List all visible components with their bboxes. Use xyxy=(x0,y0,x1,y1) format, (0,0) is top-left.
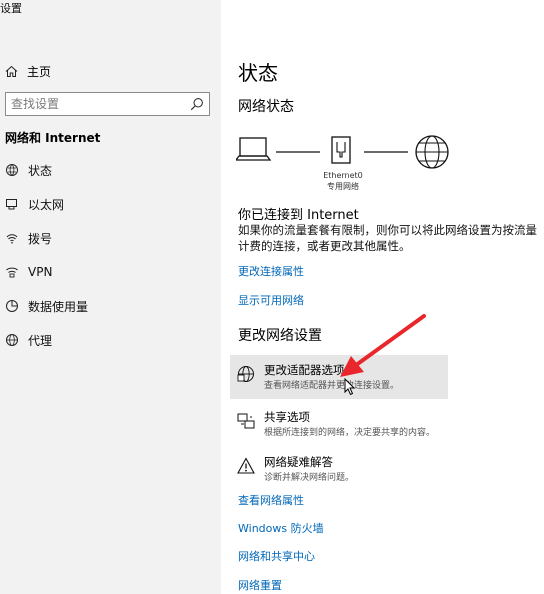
sidebar-item-label: 代理 xyxy=(28,333,53,348)
sidebar-item-label: VPN xyxy=(28,265,53,279)
connected-title: 你已连接到 Internet xyxy=(238,208,359,223)
sidebar-section-title: 网络和 Internet xyxy=(5,131,101,145)
option-sharing[interactable]: 共享选项 根据所连接到的网络，决定要共享的内容。 xyxy=(230,402,448,446)
connected-description: 如果你的流量套餐有限制，则你可以将此网络设置为按流量计费的连接，或者更改其他属性… xyxy=(238,223,537,253)
sidebar-item-proxy[interactable]: 代理 xyxy=(5,330,52,350)
data-usage-icon xyxy=(5,299,19,313)
option-subtitle: 根据所连接到的网络，决定要共享的内容。 xyxy=(264,428,436,438)
proxy-icon xyxy=(5,333,19,347)
network-reset-link[interactable]: 网络重置 xyxy=(238,577,282,593)
sharing-icon xyxy=(237,413,255,429)
option-title: 共享选项 xyxy=(264,410,310,424)
option-subtitle: 诊断并解决网络问题。 xyxy=(264,473,355,483)
nav-home[interactable]: 主页 xyxy=(5,61,51,81)
sidebar-item-label: 以太网 xyxy=(28,197,65,212)
status-icon xyxy=(5,163,19,177)
sidebar-item-label: 状态 xyxy=(28,163,53,178)
option-title: 网络疑难解答 xyxy=(264,455,333,469)
search-icon[interactable] xyxy=(190,97,204,111)
sidebar-item-vpn[interactable]: VPN xyxy=(5,262,52,282)
sidebar: 设置 主页 网络和 Internet 状态 以太网 拨号 xyxy=(0,0,221,594)
main-content: 状态 网络状态 Ethernet0 专用网络 你已连接到 Internet 如果… xyxy=(222,0,544,594)
globe-icon xyxy=(415,135,449,169)
network-profile-name: 专用网络 xyxy=(327,182,359,191)
network-diagram xyxy=(236,135,449,169)
change-settings-heading: 更改网络设置 xyxy=(238,328,322,344)
sidebar-item-dialup[interactable]: 拨号 xyxy=(5,228,52,248)
search-box[interactable] xyxy=(5,92,210,116)
show-available-networks-link[interactable]: 显示可用网络 xyxy=(238,292,304,308)
adapter-name: Ethernet0 xyxy=(323,171,363,180)
ethernet-icon xyxy=(5,197,19,211)
windows-firewall-link[interactable]: Windows 防火墙 xyxy=(238,520,324,536)
vpn-icon xyxy=(5,265,19,279)
change-connection-properties-link[interactable]: 更改连接属性 xyxy=(238,263,304,279)
network-status-heading: 网络状态 xyxy=(238,99,294,115)
option-adapter[interactable]: 更改适配器选项 查看网络适配器并更改连接设置。 xyxy=(230,355,448,399)
laptop-icon xyxy=(236,137,272,161)
warning-icon xyxy=(237,457,255,474)
search-input[interactable] xyxy=(11,95,186,113)
sidebar-item-label: 拨号 xyxy=(28,231,53,246)
option-subtitle: 查看网络适配器并更改连接设置。 xyxy=(264,381,400,391)
dialup-icon xyxy=(5,231,19,245)
page-title: 状态 xyxy=(238,61,278,85)
window-title: 设置 xyxy=(0,2,22,15)
sidebar-item-data-usage[interactable]: 数据使用量 xyxy=(5,296,88,316)
sidebar-item-ethernet[interactable]: 以太网 xyxy=(5,194,64,214)
home-icon xyxy=(5,65,18,77)
option-title: 更改适配器选项 xyxy=(264,363,345,377)
option-troubleshoot[interactable]: 网络疑难解答 诊断并解决网络问题。 xyxy=(230,447,448,491)
adapter-label: Ethernet0 专用网络 xyxy=(318,170,368,192)
network-sharing-center-link[interactable]: 网络和共享中心 xyxy=(238,548,315,564)
adapter-icon xyxy=(237,366,254,382)
nav-home-label: 主页 xyxy=(27,64,52,79)
ethernet-port-icon xyxy=(331,136,351,164)
sidebar-item-label: 数据使用量 xyxy=(28,299,89,314)
view-network-properties-link[interactable]: 查看网络属性 xyxy=(238,492,304,508)
sidebar-item-status[interactable]: 状态 xyxy=(5,160,52,180)
